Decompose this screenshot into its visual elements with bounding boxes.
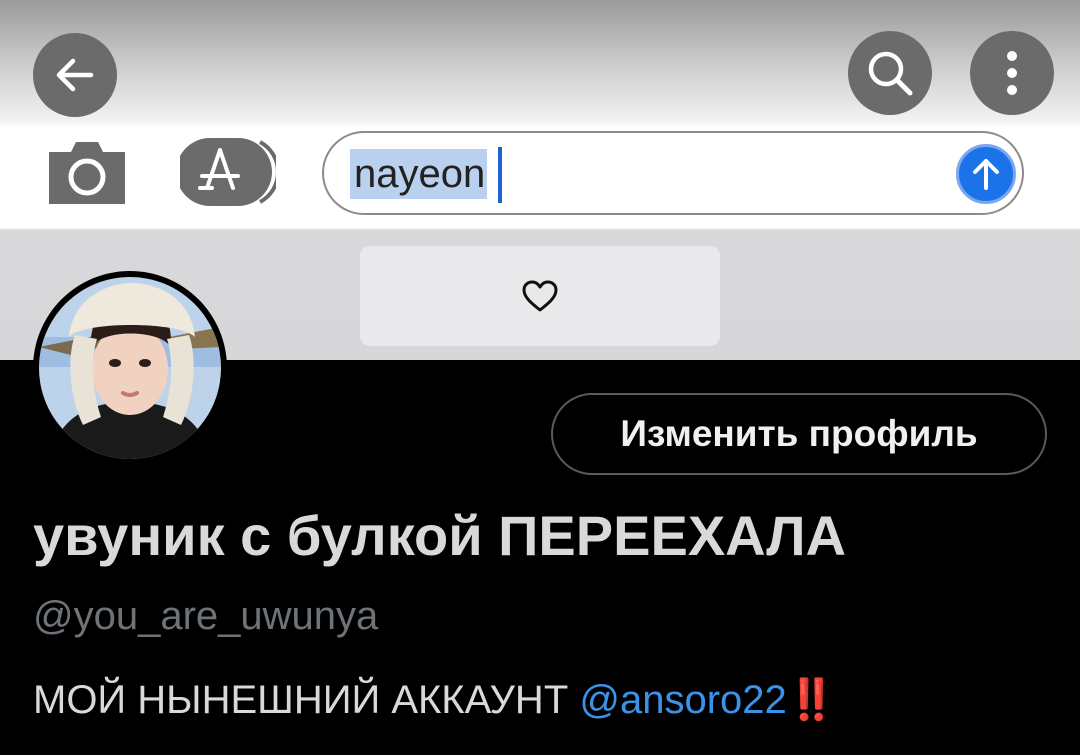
back-button[interactable] <box>33 33 117 117</box>
reaction-card[interactable] <box>360 246 720 346</box>
search-icon <box>868 51 913 96</box>
message-text: nayeon <box>350 149 488 199</box>
text-caret <box>498 147 502 203</box>
more-vertical-icon <box>1007 51 1017 95</box>
send-button[interactable] <box>956 144 1016 204</box>
bio-mention-link[interactable]: @ansoro22 <box>579 678 786 722</box>
arrow-left-icon <box>56 58 94 92</box>
app-store-icon <box>176 138 280 206</box>
camera-icon <box>49 142 125 204</box>
profile-bio: МОЙ НЫНЕШНИЙ АККАУНТ @ansoro22‼️ <box>33 676 837 723</box>
heart-icon <box>522 280 558 312</box>
search-button[interactable] <box>848 31 932 115</box>
avatar-photo <box>39 277 221 459</box>
edit-profile-button[interactable]: Изменить профиль <box>551 393 1047 475</box>
bio-text: МОЙ НЫНЕШНИЙ АККАУНТ <box>33 678 580 722</box>
message-input[interactable]: nayeon <box>322 131 1024 215</box>
app-store-button[interactable] <box>176 136 280 215</box>
more-options-button[interactable] <box>970 31 1054 115</box>
double-exclamation-emoji: ‼️ <box>786 678 837 722</box>
username-handle: @you_are_uwunya <box>33 594 379 638</box>
camera-button[interactable] <box>45 138 129 211</box>
arrow-up-icon <box>973 159 999 190</box>
display-name: увуник с булкой ПЕРЕЕХАЛА <box>33 504 847 567</box>
avatar[interactable] <box>33 271 227 465</box>
